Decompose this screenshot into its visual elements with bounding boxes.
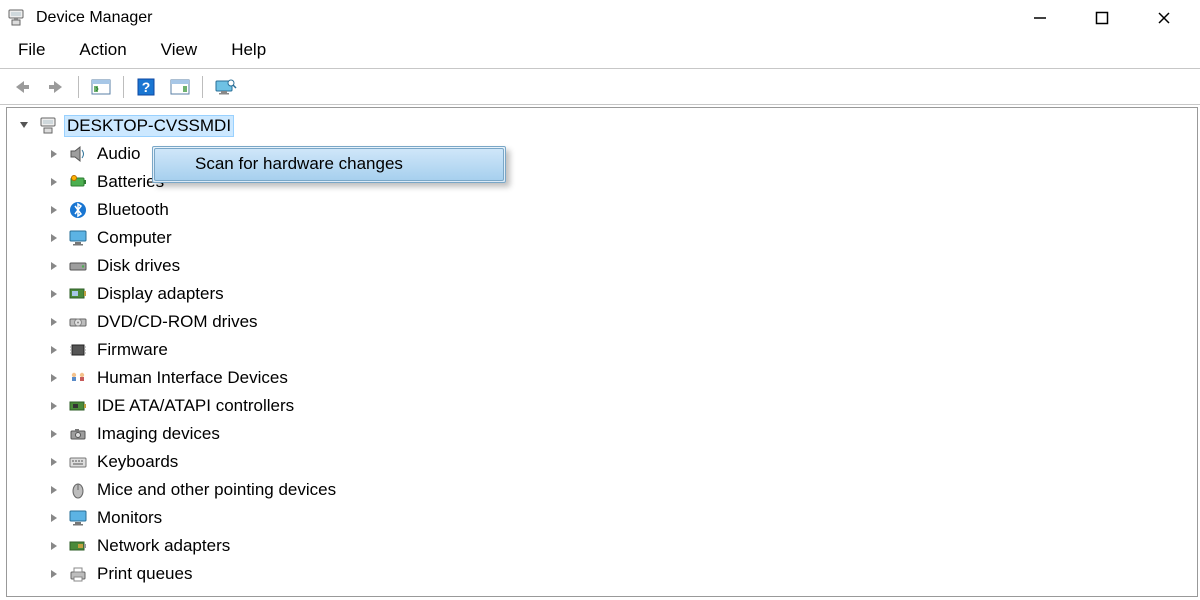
tree-node-label[interactable]: Bluetooth	[95, 200, 171, 220]
tree-node-label[interactable]: Mice and other pointing devices	[95, 480, 338, 500]
expand-toggle[interactable]	[47, 371, 61, 385]
tree-node-keyboards[interactable]: Keyboards	[47, 448, 1197, 476]
tree-node-label[interactable]: Print queues	[95, 564, 194, 584]
window-title: Device Manager	[36, 9, 153, 27]
tree-node-label[interactable]: Computer	[95, 228, 174, 248]
toolbar-separator	[78, 76, 79, 98]
expand-toggle[interactable]	[47, 455, 61, 469]
expand-toggle[interactable]	[17, 118, 31, 132]
display-adapter-icon	[67, 284, 89, 304]
tree-node-bluetooth[interactable]: Bluetooth	[47, 196, 1197, 224]
expand-toggle[interactable]	[47, 315, 61, 329]
hid-icon	[67, 368, 89, 388]
expand-toggle[interactable]	[47, 511, 61, 525]
properties-button[interactable]	[166, 74, 194, 100]
tree-node-label[interactable]: Imaging devices	[95, 424, 222, 444]
monitor-icon	[67, 228, 89, 248]
controller-icon	[67, 396, 89, 416]
titlebar: Device Manager	[0, 0, 1200, 36]
tree-node-monitors[interactable]: Monitors	[47, 504, 1197, 532]
tree-node-network[interactable]: Network adapters	[47, 532, 1197, 560]
firmware-chip-icon	[67, 340, 89, 360]
tree-node-label[interactable]: Monitors	[95, 508, 164, 528]
expand-toggle[interactable]	[47, 175, 61, 189]
expand-toggle[interactable]	[47, 231, 61, 245]
tree-node-label[interactable]: Keyboards	[95, 452, 180, 472]
menu-file[interactable]: File	[14, 38, 49, 62]
tree-node-print-queues[interactable]: Print queues	[47, 560, 1197, 588]
menubar: File Action View Help	[0, 36, 1200, 69]
optical-drive-icon	[67, 312, 89, 332]
show-hide-tree-button[interactable]	[87, 74, 115, 100]
context-menu: Scan for hardware changes	[152, 146, 506, 183]
toolbar-separator	[202, 76, 203, 98]
tree-node-computer-category[interactable]: Computer	[47, 224, 1197, 252]
battery-icon	[67, 172, 89, 192]
computer-icon	[37, 116, 59, 136]
menu-view[interactable]: View	[157, 38, 202, 62]
nav-back-button[interactable]	[8, 74, 36, 100]
mouse-icon	[67, 480, 89, 500]
menu-help[interactable]: Help	[227, 38, 270, 62]
toolbar-separator	[123, 76, 124, 98]
tree-node-label[interactable]: Network adapters	[95, 536, 232, 556]
tree-node-label[interactable]: IDE ATA/ATAPI controllers	[95, 396, 296, 416]
tree-node-mice[interactable]: Mice and other pointing devices	[47, 476, 1197, 504]
svg-text:?: ?	[142, 79, 151, 95]
tree-node-label[interactable]: DESKTOP-CVSSMDI	[65, 116, 233, 136]
tree-node-label[interactable]: DVD/CD-ROM drives	[95, 312, 260, 332]
scan-hardware-button[interactable]	[211, 74, 239, 100]
tree-node-dvd-cd-rom[interactable]: DVD/CD-ROM drives	[47, 308, 1197, 336]
tree-node-hid[interactable]: Human Interface Devices	[47, 364, 1197, 392]
close-button[interactable]	[1150, 4, 1178, 32]
expand-toggle[interactable]	[47, 287, 61, 301]
tree-node-ide-ata[interactable]: IDE ATA/ATAPI controllers	[47, 392, 1197, 420]
speaker-icon	[67, 144, 89, 164]
tree-node-imaging[interactable]: Imaging devices	[47, 420, 1197, 448]
expand-toggle[interactable]	[47, 259, 61, 273]
menu-action[interactable]: Action	[75, 38, 130, 62]
window-controls	[1026, 4, 1194, 32]
context-item-scan-hardware[interactable]: Scan for hardware changes	[154, 148, 504, 181]
expand-toggle[interactable]	[47, 399, 61, 413]
monitor-icon	[67, 508, 89, 528]
minimize-button[interactable]	[1026, 4, 1054, 32]
network-adapter-icon	[67, 536, 89, 556]
tree-node-firmware[interactable]: Firmware	[47, 336, 1197, 364]
printer-icon	[67, 564, 89, 584]
disk-drive-icon	[67, 256, 89, 276]
tree-node-label[interactable]: Disk drives	[95, 256, 182, 276]
expand-toggle[interactable]	[47, 483, 61, 497]
expand-toggle[interactable]	[47, 343, 61, 357]
maximize-button[interactable]	[1088, 4, 1116, 32]
bluetooth-icon	[67, 200, 89, 220]
keyboard-icon	[67, 452, 89, 472]
tree-node-label[interactable]: Human Interface Devices	[95, 368, 290, 388]
tree-node-label[interactable]: Audio	[95, 144, 142, 164]
tree-node-display-adapters[interactable]: Display adapters	[47, 280, 1197, 308]
expand-toggle[interactable]	[47, 203, 61, 217]
expand-toggle[interactable]	[47, 427, 61, 441]
nav-forward-button[interactable]	[42, 74, 70, 100]
app-icon	[6, 8, 26, 28]
tree-children: Audio Batteries Bluetooth Computer	[17, 140, 1197, 588]
tree-node-root[interactable]: DESKTOP-CVSSMDI	[17, 112, 1197, 140]
expand-toggle[interactable]	[47, 567, 61, 581]
tree-node-label[interactable]: Firmware	[95, 340, 170, 360]
toolbar: ?	[0, 69, 1200, 105]
tree-node-label[interactable]: Display adapters	[95, 284, 226, 304]
camera-icon	[67, 424, 89, 444]
expand-toggle[interactable]	[47, 539, 61, 553]
tree-node-disk-drives[interactable]: Disk drives	[47, 252, 1197, 280]
help-button[interactable]: ?	[132, 74, 160, 100]
expand-toggle[interactable]	[47, 147, 61, 161]
